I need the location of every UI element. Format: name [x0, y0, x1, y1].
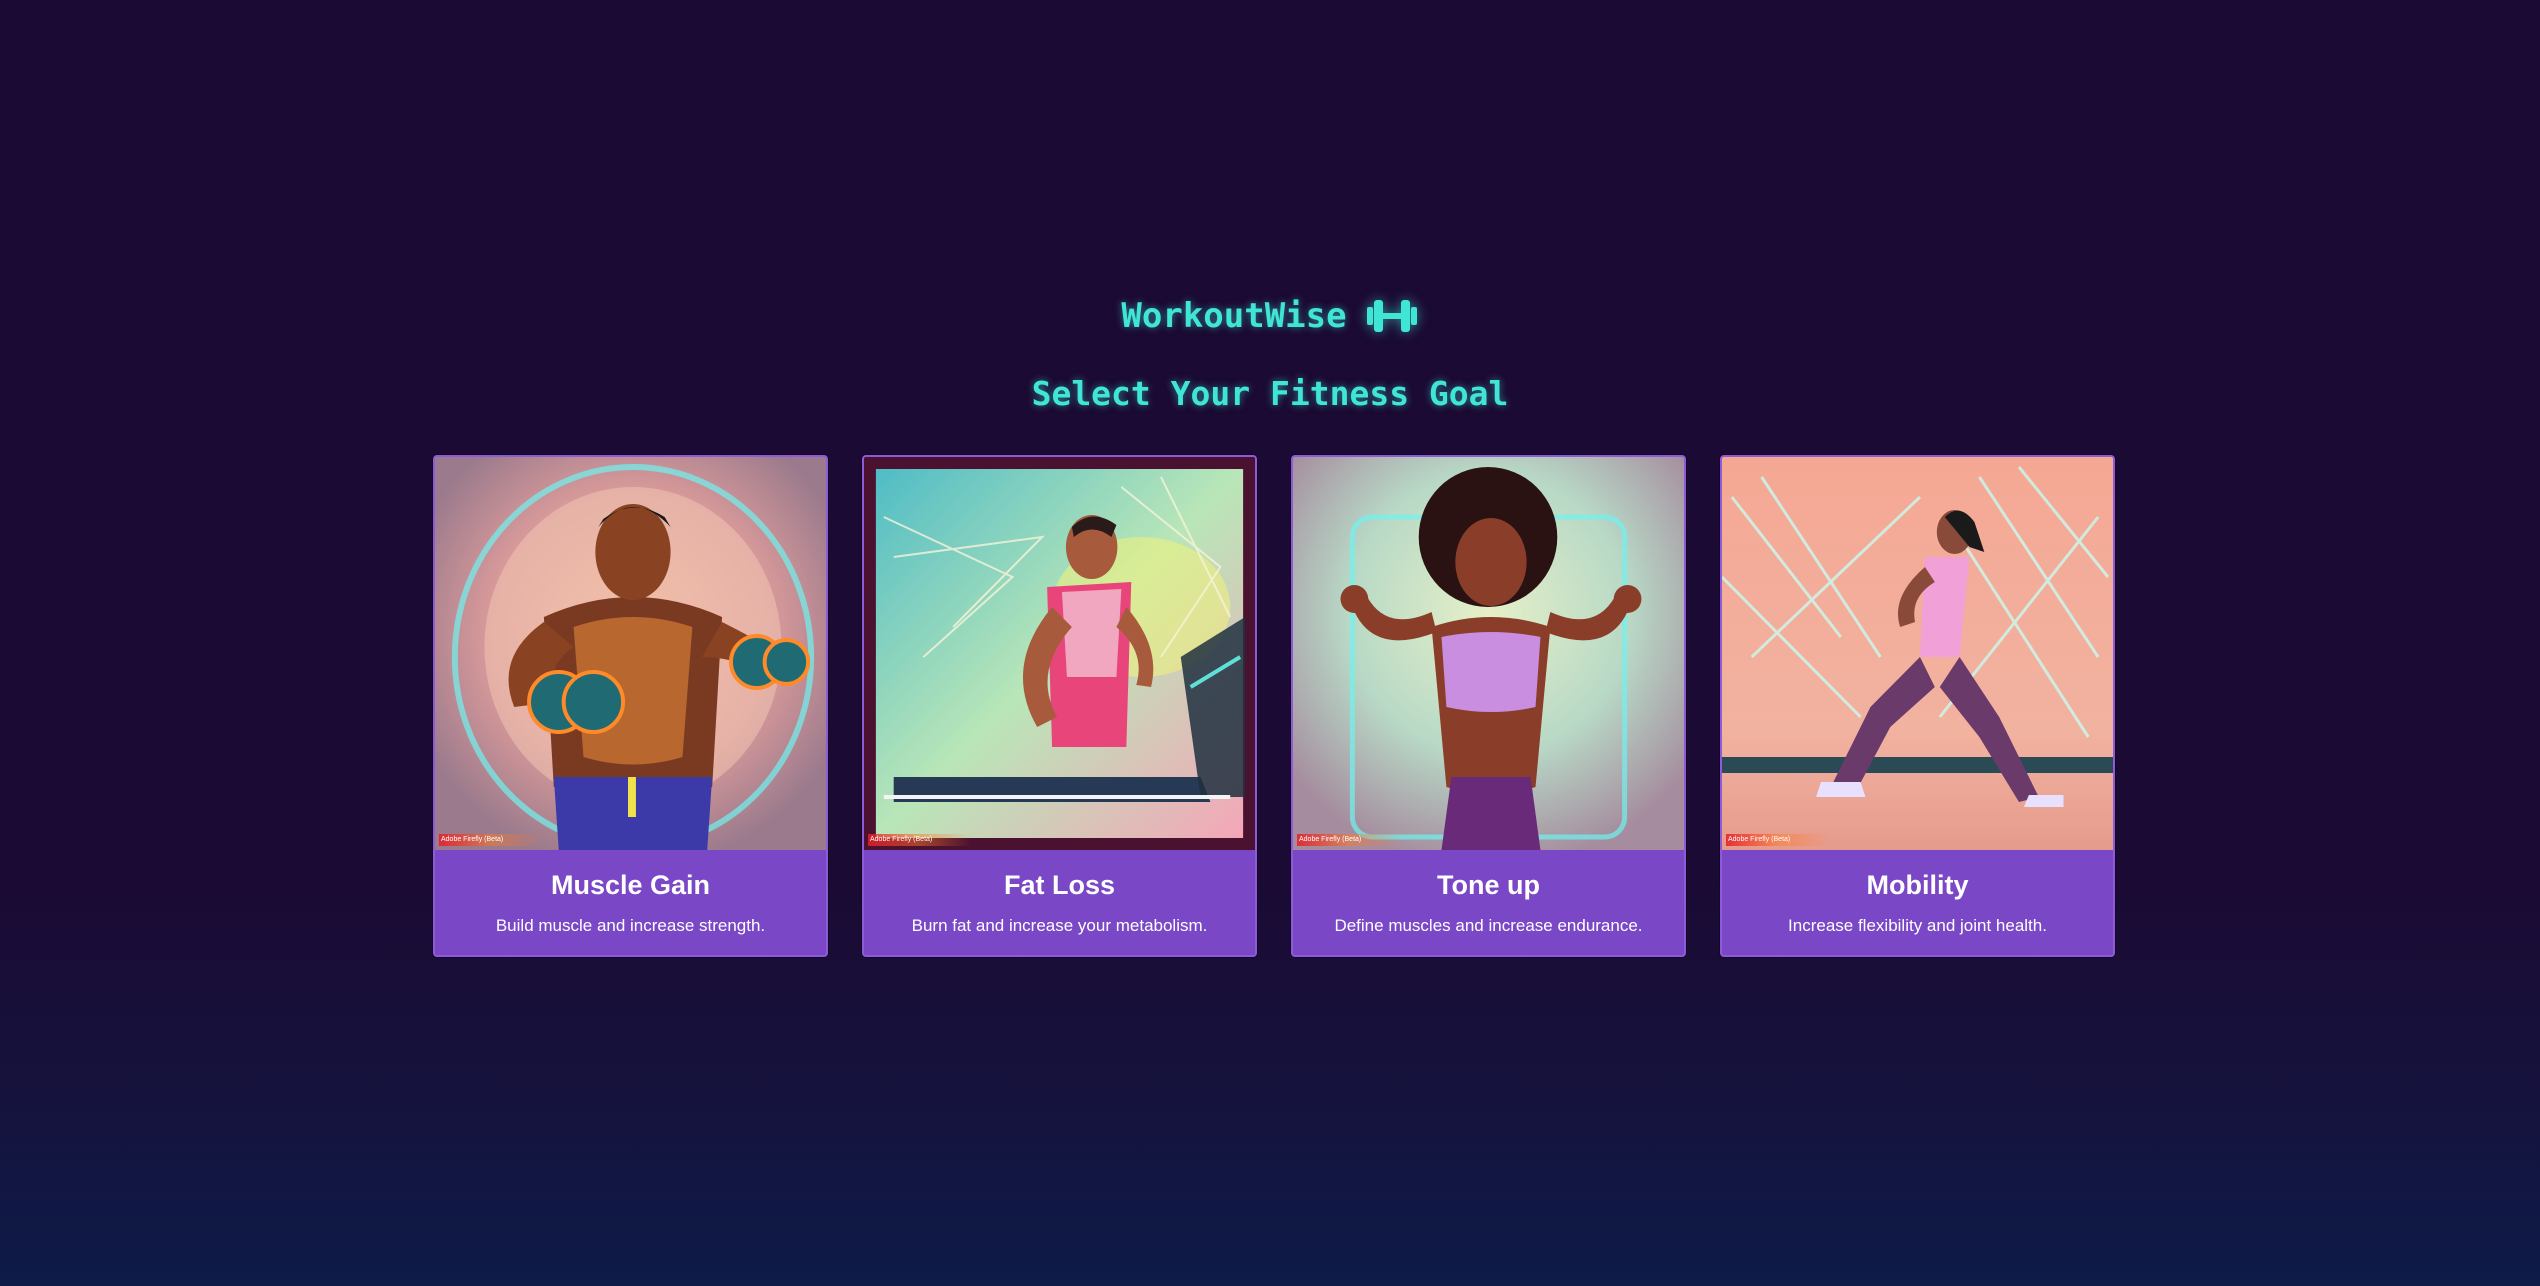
- card-title: Muscle Gain: [550, 870, 711, 900]
- goal-card-mobility[interactable]: Adobe Firefly (Beta) Mobility Increase f…: [1720, 455, 2115, 957]
- app-title-text: WorkoutWise: [1121, 296, 1347, 336]
- card-title: Mobility: [1866, 870, 1969, 900]
- goal-card-muscle-gain[interactable]: Adobe Firefly (Beta) Muscle Gain Build m…: [433, 455, 828, 957]
- muscle-gain-illustration: Adobe Firefly (Beta): [435, 457, 826, 850]
- tone-up-illustration: Adobe Firefly (Beta): [1293, 457, 1684, 850]
- firefly-badge: Adobe Firefly (Beta): [868, 834, 973, 846]
- header: WorkoutWise Select Your Fitness Goal: [0, 296, 2540, 413]
- goal-cards: Adobe Firefly (Beta) Muscle Gain Build m…: [433, 455, 2115, 957]
- firefly-badge: Adobe Firefly (Beta): [1297, 834, 1402, 846]
- card-title: Tone up: [1437, 870, 1540, 900]
- app-title: WorkoutWise: [1121, 296, 1418, 336]
- firefly-badge: Adobe Firefly (Beta): [439, 834, 544, 846]
- card-description: Increase flexibility and joint health.: [1788, 916, 2047, 935]
- card-description: Burn fat and increase your metabolism.: [911, 916, 1208, 935]
- mobility-illustration: Adobe Firefly (Beta): [1722, 457, 2113, 850]
- card-title: Fat Loss: [1003, 870, 1116, 900]
- goal-card-fat-loss[interactable]: Adobe Firefly (Beta) Fat Loss Burn fat a…: [862, 455, 1257, 957]
- dumbbell-icon: [1365, 297, 1419, 335]
- goal-card-tone-up[interactable]: Adobe Firefly (Beta) Tone up Define musc…: [1291, 455, 1686, 957]
- card-description: Define muscles and increase endurance.: [1334, 916, 1643, 935]
- page-subtitle: Select Your Fitness Goal: [1031, 374, 1509, 413]
- card-description: Build muscle and increase strength.: [495, 916, 766, 935]
- fat-loss-illustration: Adobe Firefly (Beta): [864, 457, 1255, 850]
- firefly-badge: Adobe Firefly (Beta): [1726, 834, 1831, 846]
